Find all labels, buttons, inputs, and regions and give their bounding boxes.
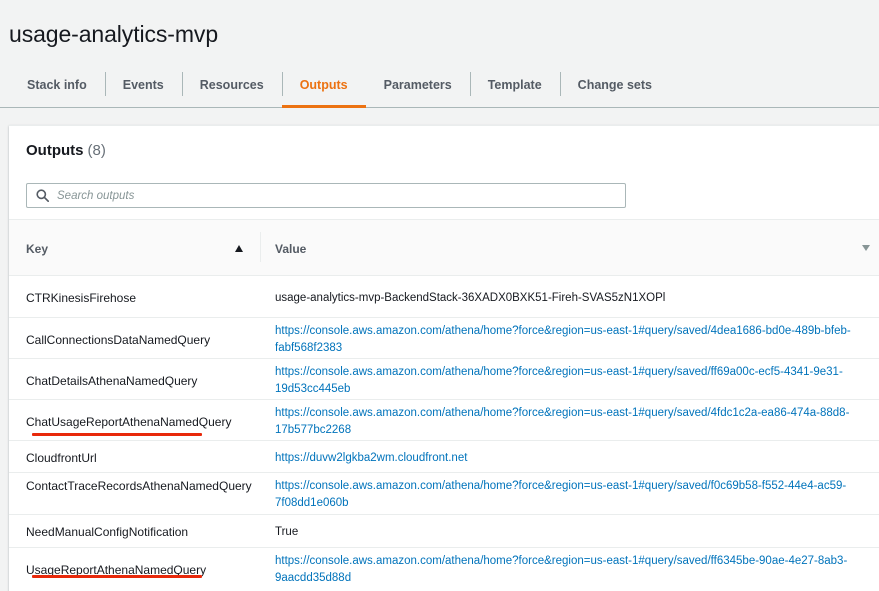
output-link[interactable]: https://console.aws.amazon.com/athena/ho… <box>275 555 847 584</box>
tab-stack-info[interactable]: Stack info <box>0 62 105 107</box>
caret-up-icon[interactable] <box>235 245 243 252</box>
output-value: https://console.aws.amazon.com/athena/ho… <box>275 478 865 511</box>
table-row: CallConnectionsDataNamedQuery https://co… <box>9 318 879 359</box>
output-key: ChatUsageReportAthenaNamedQuery <box>26 415 232 429</box>
outputs-title: Outputs <box>26 142 84 159</box>
table-row: ChatUsageReportAthenaNamedQuery https://… <box>9 400 879 441</box>
output-key: ContactTraceRecordsAthenaNamedQuery <box>26 479 252 493</box>
table-row: NeedManualConfigNotification True <box>9 515 879 548</box>
output-key: NeedManualConfigNotification <box>26 525 189 539</box>
table-row: UsageReportAthenaNamedQuery https://cons… <box>9 548 879 591</box>
highlight-underline <box>32 575 202 578</box>
output-link[interactable]: https://console.aws.amazon.com/athena/ho… <box>275 407 849 436</box>
search-box <box>26 183 626 208</box>
column-header-value[interactable]: Value <box>275 242 306 256</box>
tab-change-sets[interactable]: Change sets <box>559 62 670 107</box>
outputs-count: (8) <box>87 142 106 159</box>
tab-outputs[interactable]: Outputs <box>281 62 366 108</box>
output-value: https://console.aws.amazon.com/athena/ho… <box>275 553 865 586</box>
output-key: ChatDetailsAthenaNamedQuery <box>26 374 198 388</box>
output-link[interactable]: https://console.aws.amazon.com/athena/ho… <box>275 325 851 354</box>
table-row: ContactTraceRecordsAthenaNamedQuery http… <box>9 473 879 515</box>
output-value: https://duvw2lgkba2wm.cloudfront.net <box>275 450 865 467</box>
output-link[interactable]: https://duvw2lgkba2wm.cloudfront.net <box>275 452 467 464</box>
tab-resources[interactable]: Resources <box>181 62 282 107</box>
caret-down-icon[interactable] <box>862 245 870 251</box>
column-header-key[interactable]: Key <box>26 242 48 256</box>
tab-events[interactable]: Events <box>104 62 182 107</box>
output-key: CTRKinesisFirehose <box>26 291 137 305</box>
outputs-heading: Outputs (8) <box>26 142 106 159</box>
outputs-panel: Outputs(8) Key Value CTRKinesisFirehose … <box>9 125 879 591</box>
table-header: Key Value <box>9 219 879 276</box>
output-value: https://console.aws.amazon.com/athena/ho… <box>275 364 865 397</box>
highlight-underline <box>32 433 202 436</box>
search-icon <box>27 189 57 202</box>
outputs-table: CTRKinesisFirehose usage-analytics-mvp-B… <box>9 277 879 591</box>
output-key: CallConnectionsDataNamedQuery <box>26 333 211 347</box>
search-input[interactable] <box>57 184 625 207</box>
tab-parameters[interactable]: Parameters <box>366 62 470 107</box>
column-divider <box>260 232 261 262</box>
page-title: usage-analytics-mvp <box>9 21 219 47</box>
output-link[interactable]: https://console.aws.amazon.com/athena/ho… <box>275 480 846 509</box>
output-value: usage-analytics-mvp-BackendStack-36XADX0… <box>275 292 666 304</box>
output-key: CloudfrontUrl <box>26 451 97 465</box>
output-value: https://console.aws.amazon.com/athena/ho… <box>275 405 865 438</box>
table-row: ChatDetailsAthenaNamedQuery https://cons… <box>9 359 879 400</box>
output-value: True <box>275 526 299 538</box>
table-row: CTRKinesisFirehose usage-analytics-mvp-B… <box>9 277 879 318</box>
output-link[interactable]: https://console.aws.amazon.com/athena/ho… <box>275 366 843 395</box>
tab-bar: Stack info Events Resources Outputs Para… <box>0 62 879 108</box>
output-value: https://console.aws.amazon.com/athena/ho… <box>275 323 865 356</box>
table-row: CloudfrontUrl https://duvw2lgkba2wm.clou… <box>9 441 879 473</box>
tab-template[interactable]: Template <box>469 62 560 107</box>
